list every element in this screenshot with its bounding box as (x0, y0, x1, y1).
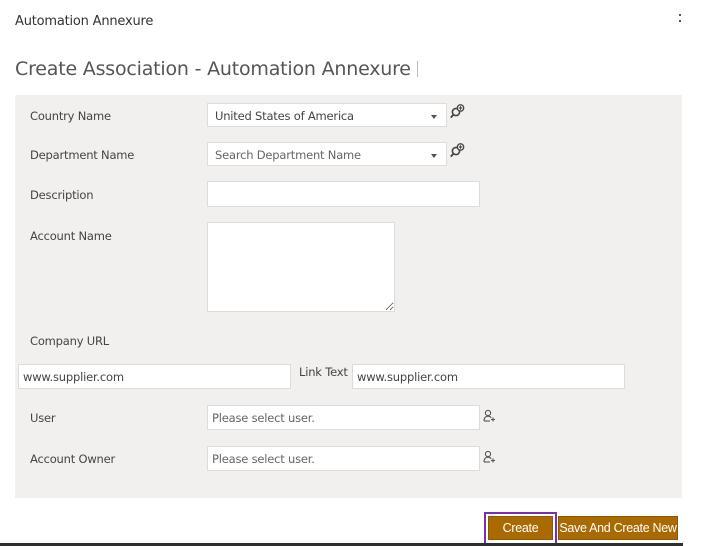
search-plus-icon[interactable] (449, 142, 467, 160)
department-name-select[interactable]: Search Department Name (207, 142, 447, 166)
chevron-down-icon (431, 115, 437, 119)
country-name-select[interactable]: United States of America (207, 103, 447, 127)
link-text-input[interactable] (352, 364, 625, 389)
company-url-label: Company URL (30, 334, 109, 348)
add-user-icon[interactable] (482, 408, 500, 426)
account-name-textarea[interactable] (207, 222, 395, 312)
account-owner-input[interactable] (207, 446, 480, 471)
page-title-text: Create Association - Automation Annexure (15, 58, 411, 80)
description-input[interactable] (207, 181, 480, 207)
app-title: Automation Annexure (15, 14, 154, 29)
account-name-label: Account Name (30, 229, 112, 243)
description-label: Description (30, 188, 94, 202)
save-and-create-new-button[interactable]: Save And Create New (558, 516, 678, 540)
department-name-placeholder: Search Department Name (215, 148, 361, 162)
country-name-label: Country Name (30, 109, 111, 123)
user-label: User (30, 411, 56, 425)
text-cursor (416, 61, 418, 77)
create-button[interactable]: Create (488, 516, 553, 540)
user-input[interactable] (207, 405, 480, 430)
company-url-input[interactable] (18, 364, 291, 389)
country-name-value: United States of America (215, 109, 354, 123)
vertical-ellipsis-icon[interactable] (679, 12, 683, 28)
page-title: Create Association - Automation Annexure (15, 58, 418, 80)
search-plus-icon[interactable] (449, 103, 467, 121)
account-owner-label: Account Owner (30, 452, 116, 466)
add-user-icon[interactable] (482, 449, 500, 467)
link-text-label: Link Text (299, 365, 348, 379)
chevron-down-icon (431, 154, 437, 158)
department-name-label: Department Name (30, 148, 135, 162)
